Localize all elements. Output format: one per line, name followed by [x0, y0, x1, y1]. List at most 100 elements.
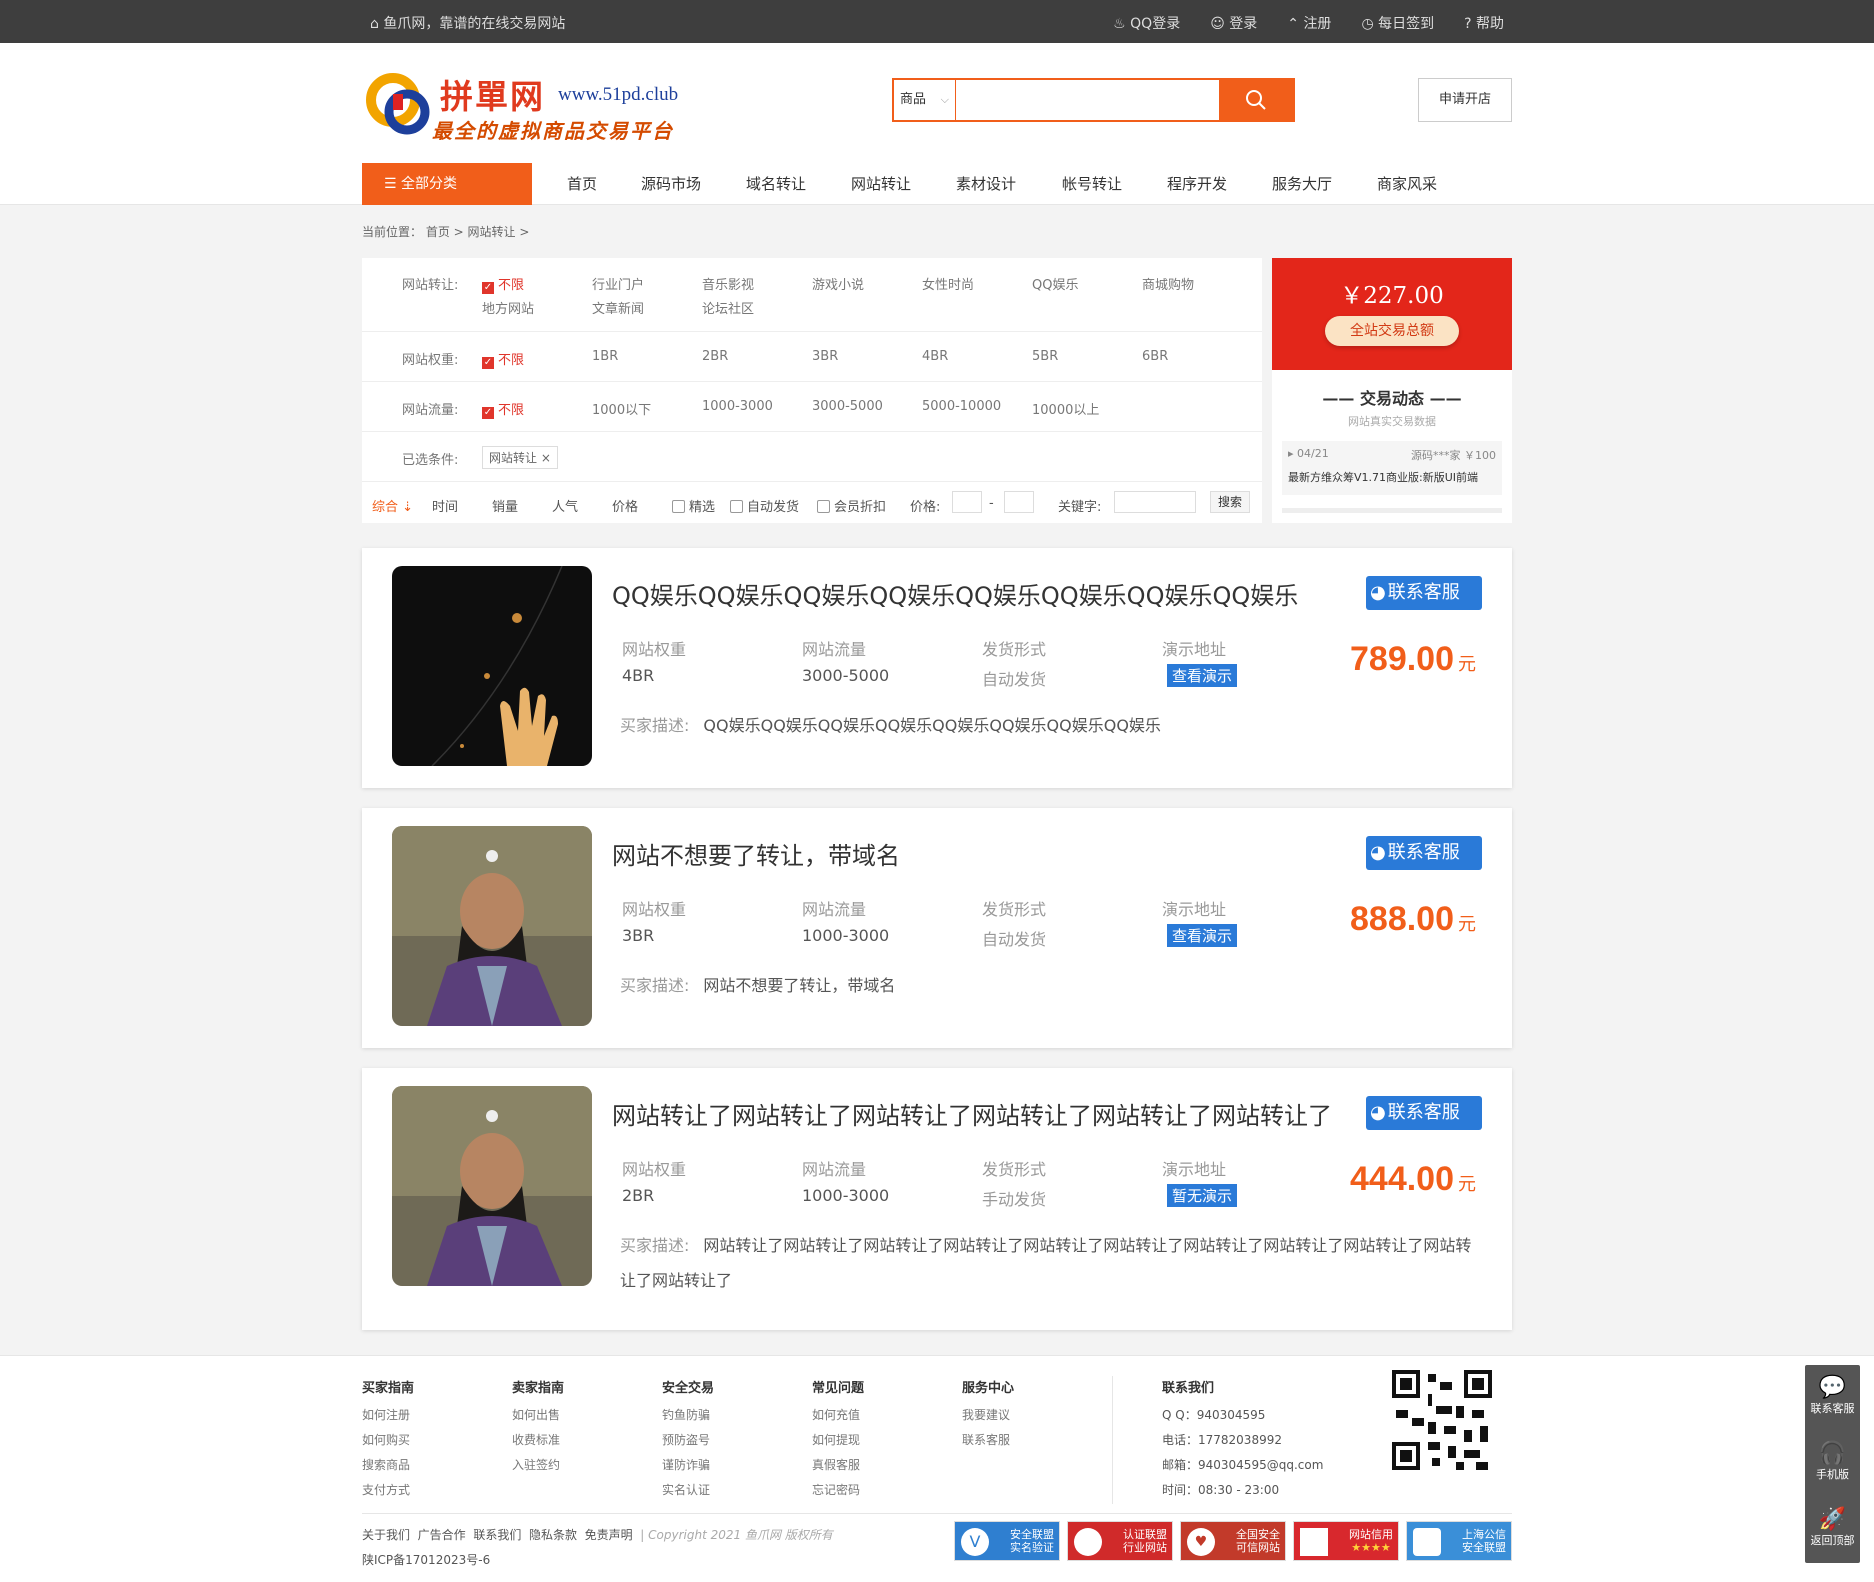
filter-option[interactable]: QQ娱乐	[1032, 274, 1078, 293]
badge-safety-alliance[interactable]: V 安全联盟 实名验证	[954, 1521, 1060, 1561]
nav-service-hall[interactable]: 服务大厅	[1272, 163, 1332, 205]
price-max-input[interactable]	[1004, 491, 1034, 513]
listing-card[interactable]: QQ娱乐QQ娱乐QQ娱乐QQ娱乐QQ娱乐QQ娱乐QQ娱乐QQ娱乐 网站权重 网站…	[362, 548, 1512, 788]
filter-option[interactable]: 地方网站	[482, 298, 534, 317]
sort-time[interactable]: 时间	[432, 496, 458, 515]
footer-link[interactable]: 入驻签约	[512, 1453, 564, 1478]
listing-thumbnail[interactable]	[392, 1086, 592, 1286]
float-back-to-top[interactable]: 🚀 返回顶部	[1805, 1497, 1860, 1563]
listing-title[interactable]: 网站转让了网站转让了网站转让了网站转让了网站转让了网站转让了	[612, 1096, 1332, 1131]
nav-design[interactable]: 素材设计	[956, 163, 1016, 205]
check-featured[interactable]: 精选	[672, 496, 715, 515]
badge-shanghai-trust[interactable]: 上海公信 安全联盟	[1406, 1521, 1512, 1561]
login-link[interactable]: ☺ 登录	[1210, 13, 1257, 33]
filter-option[interactable]: 游戏小说	[812, 274, 864, 293]
contact-service-button[interactable]: ◕ 联系客服	[1366, 1096, 1482, 1130]
nav-website-transfer[interactable]: 网站转让	[851, 163, 911, 205]
filter-option[interactable]: 6BR	[1142, 349, 1168, 364]
filter-option[interactable]: 10000以上	[1032, 399, 1099, 418]
search-category-select[interactable]: 商品 ⌵	[894, 80, 956, 120]
nav-account-transfer[interactable]: 帐号转让	[1062, 163, 1122, 205]
filter-option-unlimited[interactable]: ✓ 不限	[482, 399, 524, 419]
footer-link[interactable]: 实名认证	[662, 1478, 714, 1503]
footer-link[interactable]: 广告合作	[418, 1528, 466, 1542]
check-auto-delivery[interactable]: 自动发货	[730, 496, 799, 515]
float-mobile[interactable]: 🎧 手机版	[1805, 1431, 1860, 1497]
filter-option[interactable]: 2BR	[702, 349, 728, 364]
help-link[interactable]: ? 帮助	[1464, 13, 1504, 33]
badge-site-credit[interactable]: 网站信用 ★★★★	[1293, 1521, 1399, 1561]
footer-link[interactable]: 收费标准	[512, 1428, 564, 1453]
footer-link[interactable]: 真假客服	[812, 1453, 864, 1478]
price-min-input[interactable]	[952, 491, 982, 513]
filter-option[interactable]: 文章新闻	[592, 298, 644, 317]
nav-dev[interactable]: 程序开发	[1167, 163, 1227, 205]
filter-option-unlimited[interactable]: ✓ 不限	[482, 349, 524, 369]
filter-option[interactable]: 女性时尚	[922, 274, 974, 293]
filter-option[interactable]: 3BR	[812, 349, 838, 364]
contact-service-button[interactable]: ◕ 联系客服	[1366, 576, 1482, 610]
filter-option[interactable]: 3000-5000	[812, 399, 883, 414]
logo-text[interactable]: 拼單网	[440, 70, 545, 118]
filter-option[interactable]: 论坛社区	[702, 298, 754, 317]
filter-option[interactable]: 4BR	[922, 349, 948, 364]
filter-option[interactable]: 1000以下	[592, 399, 651, 418]
open-shop-button[interactable]: 申请开店	[1418, 78, 1512, 122]
daily-checkin-link[interactable]: ◷ 每日签到	[1361, 13, 1434, 33]
filter-option[interactable]: 商城购物	[1142, 274, 1194, 293]
filter-option[interactable]: 5BR	[1032, 349, 1058, 364]
footer-link[interactable]: 忘记密码	[812, 1478, 864, 1503]
filter-option[interactable]: 音乐影视	[702, 274, 754, 293]
listing-title[interactable]: 网站不想要了转让，带域名	[612, 836, 900, 871]
badge-trusted-site[interactable]: ♥ 全国安全 可信网站	[1180, 1521, 1286, 1561]
icp-number[interactable]: 陕ICP备17012023号-6	[362, 1551, 490, 1568]
float-customer-service[interactable]: 💬 联系客服	[1805, 1365, 1860, 1431]
filter-option[interactable]: 1BR	[592, 349, 618, 364]
all-categories-button[interactable]: ☰ 全部分类	[362, 163, 532, 205]
footer-link[interactable]: 如何购买	[362, 1428, 414, 1453]
listing-card[interactable]: 网站转让了网站转让了网站转让了网站转让了网站转让了网站转让了 网站权重 网站流量…	[362, 1068, 1512, 1330]
footer-link[interactable]: 如何出售	[512, 1403, 564, 1428]
footer-link[interactable]: 谨防诈骗	[662, 1453, 714, 1478]
filter-option[interactable]: 行业门户	[592, 274, 644, 293]
footer-link[interactable]: 隐私条款	[529, 1528, 577, 1542]
sort-sales[interactable]: 销量	[492, 496, 518, 515]
footer-link[interactable]: 预防盗号	[662, 1428, 714, 1453]
nav-merchants[interactable]: 商家风采	[1377, 163, 1437, 205]
sort-popularity[interactable]: 人气	[552, 496, 578, 515]
trade-feed-item[interactable]: ▸ 04/21 源码***家 ￥100 最新方维众筹V1.71商业版:新版UI前…	[1282, 441, 1502, 495]
footer-link[interactable]: 支付方式	[362, 1478, 414, 1503]
filter-option[interactable]: 1000-3000	[702, 399, 773, 414]
footer-link[interactable]: 如何提现	[812, 1428, 864, 1453]
register-link[interactable]: ⌃ 注册	[1287, 13, 1331, 33]
sort-default[interactable]: 综合 ⇣	[372, 496, 413, 515]
sort-price[interactable]: 价格	[612, 496, 638, 515]
nav-domain-transfer[interactable]: 域名转让	[746, 163, 806, 205]
footer-link[interactable]: 如何注册	[362, 1403, 414, 1428]
demo-link[interactable]: 暂无演示	[1167, 1184, 1238, 1207]
contact-service-button[interactable]: ◕ 联系客服	[1366, 836, 1482, 870]
badge-cert-alliance[interactable]: 认证联盟 行业网站	[1067, 1521, 1173, 1561]
footer-link[interactable]: 钓鱼防骗	[662, 1403, 714, 1428]
nav-source-market[interactable]: 源码市场	[641, 163, 701, 205]
search-button[interactable]	[1219, 78, 1293, 122]
footer-link[interactable]: 搜索商品	[362, 1453, 414, 1478]
demo-link[interactable]: 查看演示	[1167, 664, 1238, 687]
listing-thumbnail[interactable]	[392, 826, 592, 1026]
logo-mark-icon[interactable]	[365, 70, 435, 140]
footer-link[interactable]: 我要建议	[962, 1403, 1014, 1428]
footer-link[interactable]: 联系客服	[962, 1428, 1014, 1453]
keyword-input[interactable]	[1114, 491, 1196, 513]
demo-link[interactable]: 查看演示	[1167, 924, 1238, 947]
filter-search-button[interactable]: 搜索	[1210, 491, 1250, 513]
selected-tag[interactable]: 网站转让 ×	[482, 446, 558, 469]
search-input[interactable]	[957, 80, 1221, 120]
footer-link[interactable]: 关于我们	[362, 1528, 410, 1542]
check-member-discount[interactable]: 会员折扣	[817, 496, 886, 515]
footer-link[interactable]: 如何充值	[812, 1403, 864, 1428]
filter-option[interactable]: 5000-10000	[922, 399, 1001, 414]
filter-option-unlimited[interactable]: ✓ 不限	[482, 274, 524, 294]
qq-login-link[interactable]: ♨ QQ登录	[1113, 13, 1180, 33]
listing-thumbnail[interactable]	[392, 566, 592, 766]
footer-link[interactable]: 联系我们	[473, 1528, 521, 1542]
